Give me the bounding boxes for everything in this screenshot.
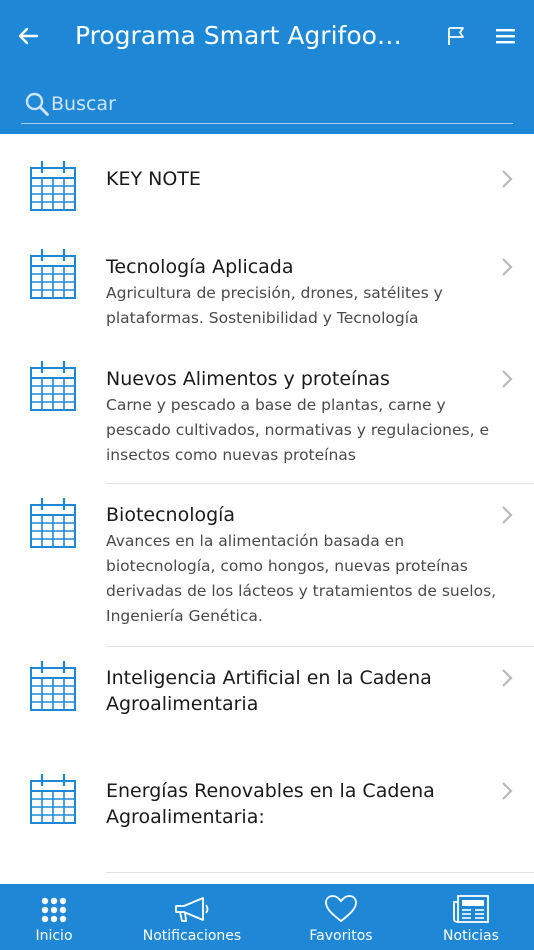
grid-dots-icon	[41, 897, 67, 923]
page-title: Programa Smart Agrifood ...	[75, 21, 415, 50]
item-title: Biotecnología	[106, 504, 236, 526]
item-title: Energías Renovables en la Cadena Agroali…	[106, 780, 435, 828]
item-title: Tecnología Aplicada	[106, 256, 294, 278]
calendar-icon	[30, 661, 76, 711]
item-title: KEY NOTE	[106, 168, 201, 190]
search-icon	[25, 92, 49, 116]
item-title: Inteligencia Artificial en la Cadena Agr…	[106, 667, 432, 715]
hamburger-menu-icon	[496, 29, 515, 44]
arrow-left-icon	[18, 27, 39, 45]
chevron-right-icon	[502, 258, 513, 276]
chevron-right-icon	[502, 170, 513, 188]
item-description: Agricultura de precisión, drones, satéli…	[106, 284, 443, 327]
chevron-right-icon	[502, 506, 513, 524]
session-list: KEY NOTE Tecnología Aplicada Agricultura…	[0, 134, 534, 884]
tab-favoritos[interactable]: Favoritos	[296, 884, 386, 950]
back-button[interactable]	[12, 20, 44, 52]
calendar-icon	[30, 774, 76, 824]
list-item[interactable]: Energías Renovables en la Cadena Agroali…	[0, 759, 534, 871]
tab-notificaciones[interactable]: Notificaciones	[132, 884, 252, 950]
calendar-icon	[30, 161, 76, 211]
chevron-right-icon	[502, 370, 513, 388]
tab-noticias[interactable]: Noticias	[431, 884, 511, 950]
item-description: Carne y pescado a base de plantas, carne…	[106, 396, 490, 464]
search-bar[interactable]	[21, 86, 513, 124]
calendar-icon	[30, 361, 76, 411]
divider	[106, 872, 534, 873]
tab-label: Favoritos	[309, 928, 373, 944]
app-header: Programa Smart Agrifood ...	[0, 0, 534, 134]
chevron-right-icon	[502, 782, 513, 800]
megaphone-icon	[175, 897, 209, 922]
calendar-icon	[30, 249, 76, 299]
item-title: Nuevos Alimentos y proteínas	[106, 368, 390, 390]
flag-icon	[448, 27, 464, 45]
list-item[interactable]: KEY NOTE	[0, 134, 534, 222]
chevron-right-icon	[502, 669, 513, 687]
menu-button[interactable]	[490, 20, 522, 52]
list-item[interactable]: Tecnología Aplicada Agricultura de preci…	[0, 222, 534, 334]
flag-button[interactable]	[440, 20, 472, 52]
list-item[interactable]: Biotecnología Avances en la alimentación…	[0, 484, 534, 646]
heart-icon	[325, 895, 357, 922]
search-input[interactable]	[51, 88, 501, 120]
bottom-tab-bar: Inicio Notificaciones Favoritos Noticias	[0, 884, 534, 950]
tab-label: Inicio	[35, 928, 73, 944]
tab-inicio[interactable]: Inicio	[14, 884, 94, 950]
tab-label: Noticias	[443, 928, 499, 944]
tab-label: Notificaciones	[142, 928, 242, 944]
calendar-icon	[30, 498, 76, 548]
item-description: Avances en la alimentación basada en bio…	[106, 532, 497, 625]
list-item[interactable]: Inteligencia Artificial en la Cadena Agr…	[0, 647, 534, 759]
list-item[interactable]: Nuevos Alimentos y proteínas Carne y pes…	[0, 334, 534, 483]
newspaper-icon	[453, 895, 489, 923]
